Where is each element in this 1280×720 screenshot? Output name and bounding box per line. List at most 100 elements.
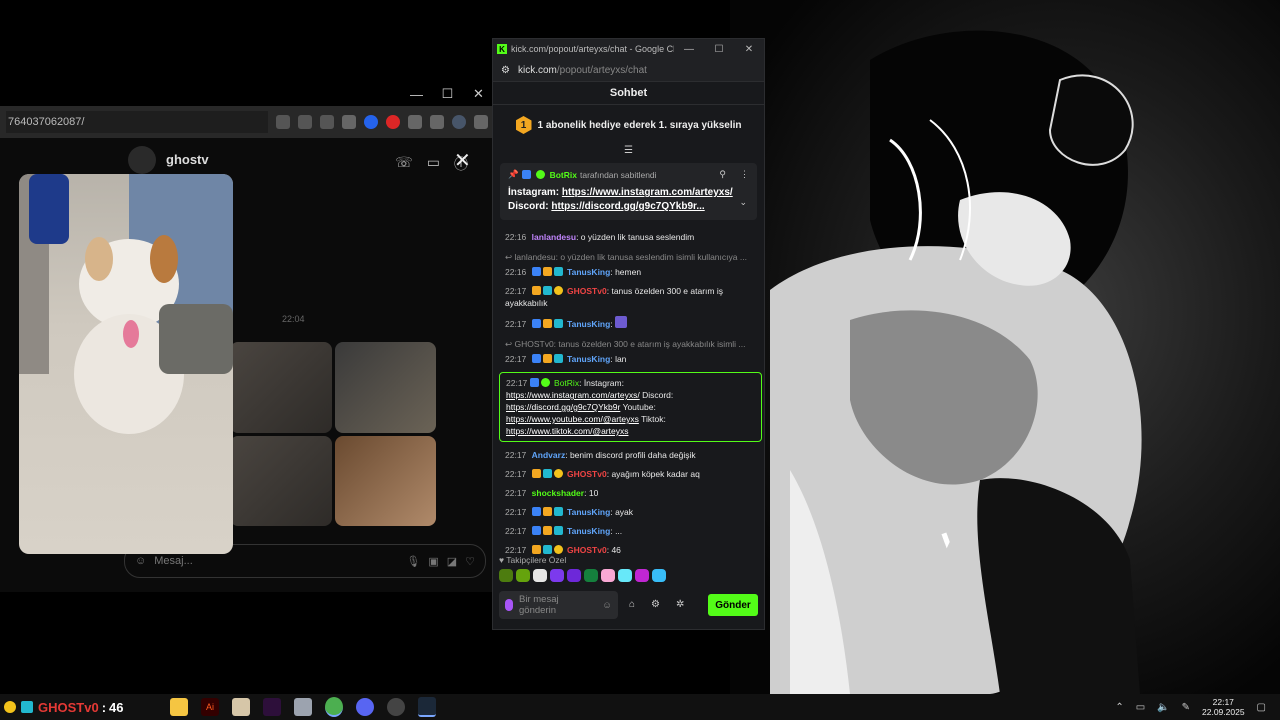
media-thumb[interactable] <box>230 435 332 526</box>
heart-icon[interactable]: ♡ <box>465 555 475 568</box>
msg-link[interactable]: https://discord.gg/g9c7QYkb9r <box>506 402 620 412</box>
msg-user[interactable]: lanlandesu <box>532 232 576 242</box>
media-thumb[interactable] <box>230 342 332 433</box>
image-icon[interactable]: ▣ <box>428 555 438 568</box>
discord-icon[interactable] <box>356 698 374 716</box>
chevron-down-icon[interactable]: ⌄ <box>739 197 747 208</box>
chevron-up-icon[interactable]: ⌃ <box>1115 702 1123 713</box>
chat-message[interactable]: 22:17 TanusKing: lan <box>505 353 757 365</box>
msg-link[interactable]: https://www.youtube.com/@arteyxs <box>506 414 639 424</box>
file-explorer-icon[interactable] <box>170 698 188 716</box>
emote-icon[interactable] <box>601 569 615 582</box>
media-thumb[interactable] <box>334 342 436 433</box>
emote-icon[interactable] <box>550 569 564 582</box>
phone-icon[interactable]: ☏ <box>395 154 413 174</box>
chat-message[interactable]: 22:17 GHOSTv0: ayağım köpek kadar aq <box>505 468 757 480</box>
msg-user[interactable]: TanusKing <box>567 507 610 517</box>
chat-message[interactable]: 22:17 shockshader: 10 <box>505 487 757 499</box>
mic-icon[interactable]: 🎙 <box>406 555 420 568</box>
menu-icon[interactable] <box>474 115 488 129</box>
close-icon[interactable]: ✕ <box>463 86 494 102</box>
address-bar[interactable]: 764037062087/ <box>6 111 268 133</box>
msg-user[interactable]: GHOSTv0 <box>567 286 607 296</box>
send-button[interactable]: Gönder <box>708 594 758 616</box>
msg-user[interactable]: Andvarz <box>532 450 566 460</box>
msg-user[interactable]: GHOSTv0 <box>567 545 607 555</box>
video-preview[interactable] <box>19 174 233 554</box>
msg-user[interactable]: TanusKing <box>567 354 610 364</box>
network-icon[interactable]: ▭ <box>1136 702 1145 713</box>
unpin-icon[interactable]: ⚲ <box>719 169 726 180</box>
image-app-icon[interactable] <box>232 698 250 716</box>
emote-icon[interactable] <box>516 569 530 582</box>
emote-icon[interactable] <box>652 569 666 582</box>
extension-icon[interactable] <box>386 115 400 129</box>
install-icon[interactable] <box>276 115 290 129</box>
steam-icon[interactable] <box>418 697 436 717</box>
media-thumb[interactable] <box>334 435 436 526</box>
mic-icon[interactable] <box>505 599 513 611</box>
bot-message[interactable]: 22:17 BotRix: İnstagram: https://www.ins… <box>499 372 762 442</box>
msg-user[interactable]: TanusKing <box>567 267 610 277</box>
profile-icon[interactable] <box>452 115 466 129</box>
chat-input[interactable]: Bir mesaj gönderin ☺ <box>499 591 618 619</box>
close-viewer-icon[interactable]: ✕ <box>454 148 471 173</box>
site-settings-icon[interactable]: ⚙ <box>501 65 510 76</box>
chat-message[interactable]: 22:17 TanusKing: <box>505 316 757 330</box>
emote-icon[interactable] <box>584 569 598 582</box>
maximize-icon[interactable]: ☐ <box>704 44 734 55</box>
star-icon[interactable] <box>320 115 334 129</box>
media-icon[interactable] <box>430 115 444 129</box>
msg-link[interactable]: https://www.instagram.com/arteyxs/ <box>506 390 640 400</box>
chat-message[interactable]: 22:16 lanlandesu: o yüzden lik tanusa se… <box>505 231 757 243</box>
notepad-icon[interactable] <box>294 698 312 716</box>
settings-icon[interactable]: ⚙ <box>651 599 660 610</box>
extension-icon[interactable] <box>364 115 378 129</box>
gift-promo[interactable]: 1 1 abonelik hediye ederek 1. sıraya yük… <box>493 105 764 145</box>
close-icon[interactable]: ✕ <box>734 44 764 55</box>
emoji-icon[interactable]: ☺ <box>135 555 146 567</box>
chrome-icon[interactable] <box>325 697 343 717</box>
filter-icon[interactable]: ☰ <box>493 145 764 159</box>
emote-icon[interactable] <box>618 569 632 582</box>
address-bar[interactable]: ⚙ kick.com/popout/arteyxs/chat <box>493 59 764 82</box>
reply-preview[interactable]: ↩ lanlandesu: o yüzden lik tanusa seslen… <box>505 251 757 263</box>
notification-icon[interactable]: ▢ <box>1257 702 1266 713</box>
more-icon[interactable]: ⋮ <box>740 169 749 180</box>
minimize-icon[interactable]: — <box>674 44 704 55</box>
emote-icon[interactable] <box>567 569 581 582</box>
chat-message[interactable]: 22:17 Andvarz: benim discord profili dah… <box>505 449 757 461</box>
emote-icon[interactable] <box>635 569 649 582</box>
msg-user[interactable]: GHOSTv0 <box>567 469 607 479</box>
maximize-icon[interactable]: ☐ <box>432 86 463 102</box>
msg-user[interactable]: shockshader <box>532 488 584 498</box>
msg-user[interactable]: BotRix <box>554 378 579 388</box>
zoom-icon[interactable] <box>298 115 312 129</box>
reply-preview[interactable]: ↩ GHOSTv0: tanus özelden 300 e atarım iş… <box>505 338 757 350</box>
emote-icon[interactable] <box>533 569 547 582</box>
emote-icon[interactable] <box>499 569 513 582</box>
video-editor-icon[interactable] <box>263 698 281 716</box>
chat-message[interactable]: 22:17 TanusKing: ... <box>505 525 757 537</box>
pen-icon[interactable]: ✎ <box>1182 702 1190 713</box>
msg-user[interactable]: TanusKing <box>567 526 610 536</box>
chat-message[interactable]: 22:17 TanusKing: ayak <box>505 506 757 518</box>
message-input[interactable]: Mesaj... <box>154 555 398 567</box>
pinned-link[interactable]: https://www.instagram.com/arteyxs/ <box>562 187 733 198</box>
msg-link[interactable]: https://www.tiktok.com/@arteyxs <box>506 426 628 436</box>
extension-icon[interactable] <box>342 115 356 129</box>
pinned-by-user[interactable]: BotRix <box>550 170 577 180</box>
minimize-icon[interactable]: — <box>401 87 432 102</box>
volume-icon[interactable]: 🔈 <box>1157 702 1169 713</box>
bot-icon[interactable]: ✲ <box>676 599 684 610</box>
clock[interactable]: 22:17 22.09.2025 <box>1202 697 1245 717</box>
chat-message[interactable]: 22:17 GHOSTv0: tanus özelden 300 e atarı… <box>505 285 757 309</box>
emoji-icon[interactable]: ☺ <box>602 600 612 611</box>
obs-icon[interactable] <box>387 698 405 716</box>
sticker-icon[interactable]: ◪ <box>447 555 457 568</box>
illustrator-icon[interactable]: Ai <box>201 698 219 716</box>
dm-username[interactable]: ghostv <box>166 152 209 167</box>
pinned-link[interactable]: https://discord.gg/g9c7QYkb9r... <box>551 201 704 212</box>
store-icon[interactable]: ⌂ <box>629 599 635 610</box>
puzzle-icon[interactable] <box>408 115 422 129</box>
